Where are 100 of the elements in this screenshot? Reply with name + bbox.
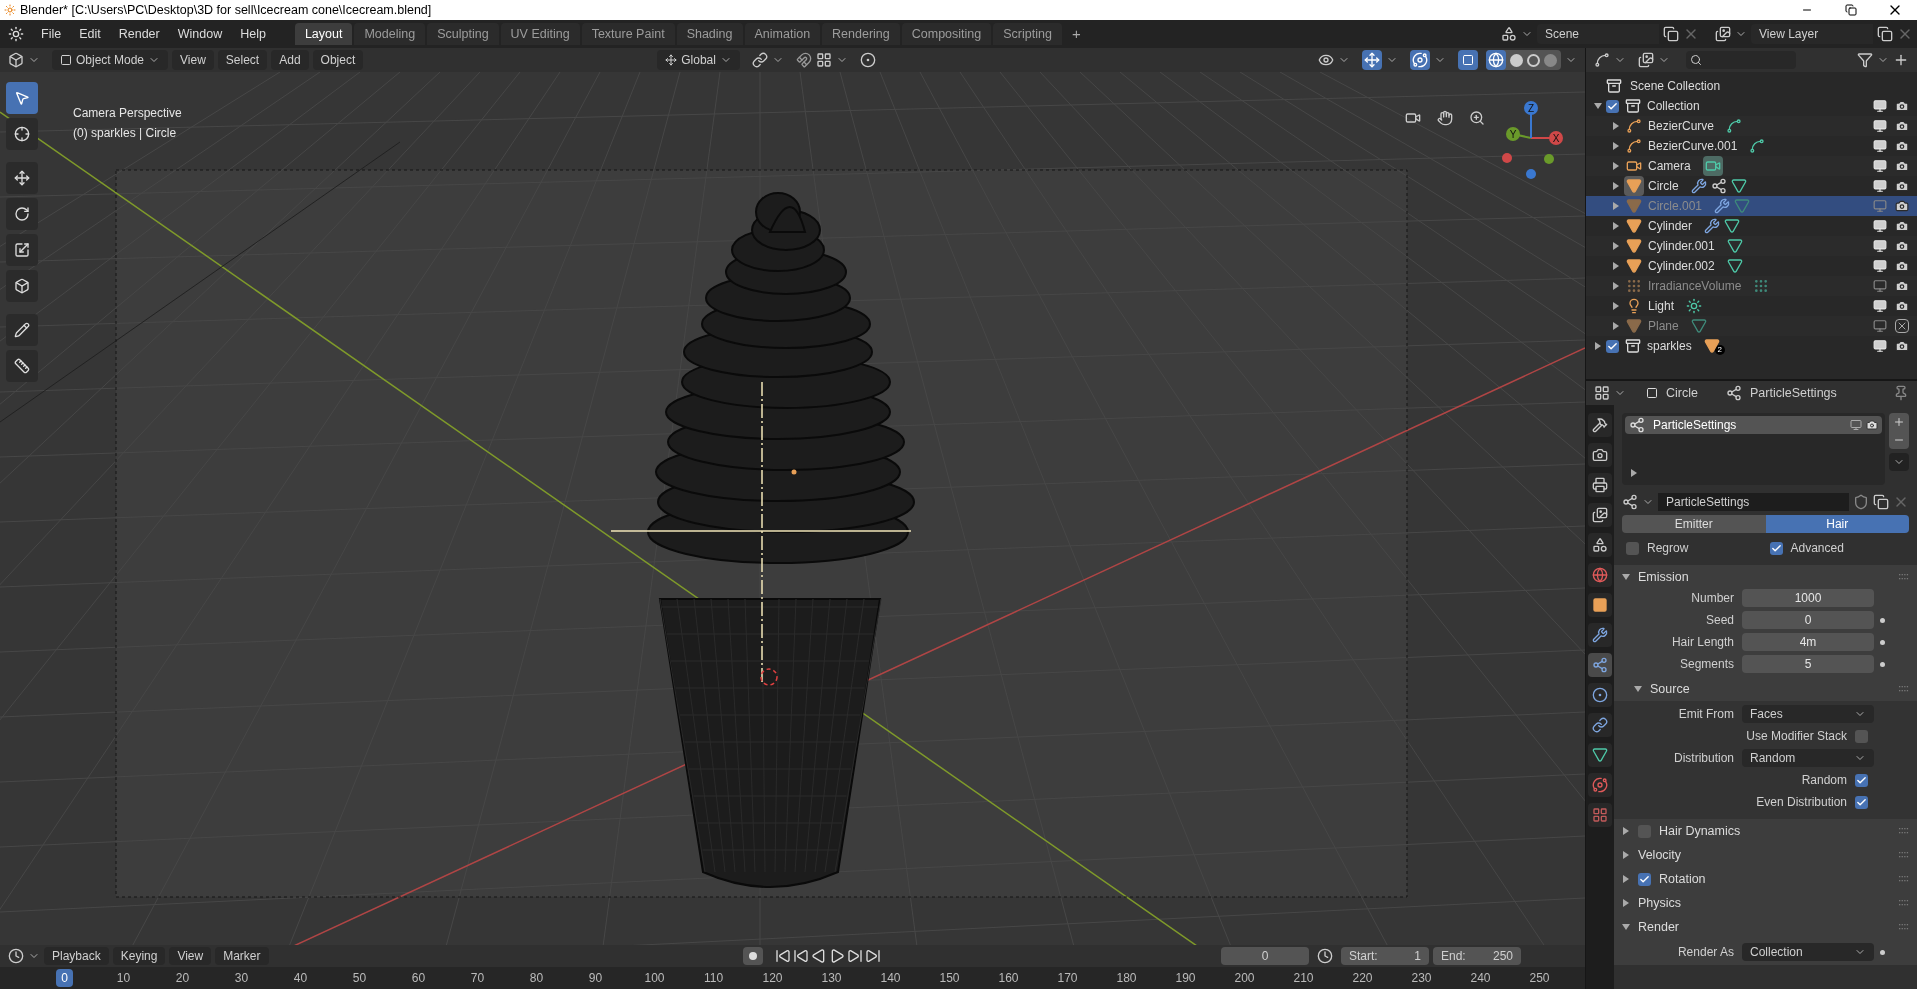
expand-arrow-icon[interactable] (1612, 322, 1620, 330)
number-field[interactable]: 5 (1742, 655, 1874, 673)
expand-arrow-icon[interactable] (1612, 242, 1620, 250)
menu-item[interactable]: Marker (215, 947, 269, 965)
frame-number[interactable]: 220 (1347, 969, 1378, 987)
specials-button[interactable] (1889, 453, 1909, 471)
particles-icon[interactable] (1622, 494, 1638, 510)
current-frame-field[interactable]: 0 (1221, 947, 1309, 965)
copy-icon[interactable] (1877, 26, 1893, 42)
xray-toggle[interactable] (1458, 50, 1478, 70)
properties-tab[interactable] (1588, 683, 1612, 707)
workspace-tab[interactable]: Sculpting (427, 23, 499, 45)
clock-icon[interactable] (8, 948, 24, 964)
visibility-icon[interactable] (1318, 52, 1334, 68)
camera-icon[interactable] (1895, 139, 1909, 153)
stopwatch-icon[interactable] (1317, 948, 1333, 964)
workspace-tab[interactable]: Scripting (993, 23, 1062, 45)
menu-item[interactable]: Edit (70, 24, 110, 44)
disclosure-triangle[interactable] (1622, 923, 1630, 931)
monitor-icon[interactable] (1873, 219, 1887, 233)
axis-handle[interactable] (1502, 153, 1512, 163)
workspace-tab[interactable]: UV Editing (500, 23, 580, 45)
workspace-tab[interactable]: Texture Paint (581, 23, 675, 45)
properties-tab[interactable] (1588, 413, 1612, 437)
checkbox[interactable] (1638, 872, 1651, 886)
monitor-icon[interactable] (1873, 299, 1887, 313)
new-collection-icon[interactable] (1893, 52, 1909, 68)
frame-number[interactable]: 250 (1524, 969, 1555, 987)
menu-item[interactable]: View (172, 50, 214, 70)
add-workspace-button[interactable]: + (1063, 22, 1089, 46)
end-frame-field[interactable]: End: 250 (1433, 947, 1521, 965)
search-field[interactable] (1686, 51, 1796, 69)
panel-header[interactable]: Hair Dynamics (1614, 819, 1917, 843)
monitor-icon[interactable] (1873, 159, 1887, 173)
axis-handle[interactable]: Y (1506, 127, 1520, 141)
disclosure-triangle[interactable] (1634, 685, 1642, 693)
start-frame-field[interactable]: Start: 1 (1341, 947, 1429, 965)
menu-item[interactable]: Render (109, 24, 169, 44)
curve-icon[interactable] (1594, 52, 1610, 68)
expand-arrow-icon[interactable] (1612, 182, 1620, 190)
gizmo-toggle[interactable] (1362, 50, 1382, 70)
checkbox[interactable] (1606, 99, 1619, 113)
expand-arrow-icon[interactable] (1612, 142, 1620, 150)
workspace-tab[interactable]: Compositing (901, 23, 992, 45)
scene-field[interactable]: Scene (1537, 24, 1659, 44)
camera-icon[interactable] (1895, 199, 1909, 213)
workspace-tab[interactable]: Shading (676, 23, 743, 45)
wireframe-button[interactable] (1486, 50, 1506, 70)
panel-header[interactable]: Rotation (1614, 867, 1917, 891)
camera-icon[interactable] (1866, 419, 1878, 431)
menu-item[interactable]: Add (271, 50, 309, 70)
disclosure-triangle[interactable] (1594, 342, 1602, 350)
3d-viewport[interactable]: Camera Perspective (0) sparkles | Circle Z Y X (0, 72, 1585, 945)
frame-number[interactable]: 180 (1111, 969, 1142, 987)
drag-handle-icon[interactable] (1899, 876, 1909, 882)
frame-number[interactable]: 40 (288, 969, 313, 987)
frame-number[interactable]: 230 (1406, 969, 1437, 987)
pin-icon[interactable] (1893, 385, 1909, 401)
properties-tab[interactable] (1588, 563, 1612, 587)
orientation-dropdown[interactable]: Global (657, 50, 740, 70)
play-reverse-icon[interactable] (810, 948, 827, 964)
expand-arrow-icon[interactable] (1612, 122, 1620, 130)
previous-key-icon[interactable] (792, 948, 809, 964)
camera-icon[interactable] (1895, 259, 1909, 273)
checkbox[interactable] (1769, 541, 1783, 555)
images-icon[interactable] (1715, 26, 1731, 42)
frame-number[interactable]: 30 (229, 969, 254, 987)
menu-item[interactable]: File (32, 24, 71, 44)
axis-handle[interactable]: X (1549, 131, 1563, 145)
checkbox[interactable] (1855, 773, 1868, 787)
drag-handle-icon[interactable] (1899, 924, 1909, 930)
expand-arrow-icon[interactable] (1612, 222, 1620, 230)
frame-number[interactable]: 10 (111, 969, 136, 987)
cube-icon[interactable] (8, 52, 24, 68)
expand-arrow-icon[interactable] (1612, 262, 1620, 270)
menu-item[interactable]: Playback (44, 947, 109, 965)
menu-item[interactable]: Window (168, 24, 232, 44)
copy-icon[interactable] (1873, 494, 1889, 510)
frame-number[interactable]: 80 (524, 969, 549, 987)
checkbox[interactable] (1855, 795, 1868, 809)
frame-number[interactable]: 150 (934, 969, 965, 987)
link-icon[interactable] (751, 52, 768, 68)
expand-arrow-icon[interactable] (1630, 469, 1638, 477)
checkbox[interactable] (1855, 729, 1868, 743)
number-field[interactable]: 1000 (1742, 589, 1874, 607)
properties-tab[interactable] (1588, 743, 1612, 767)
expand-arrow-icon[interactable] (1612, 162, 1620, 170)
panel-header[interactable]: Velocity (1614, 843, 1917, 867)
solid-button[interactable] (1510, 53, 1523, 67)
monitor-icon[interactable] (1873, 99, 1887, 113)
checkbox[interactable] (1626, 541, 1639, 555)
panel-header[interactable]: Emission (1614, 565, 1917, 589)
dropdown[interactable]: Collection (1742, 943, 1874, 961)
monitor-icon[interactable] (1873, 259, 1887, 273)
datablock-field[interactable]: ParticleSettings (1658, 493, 1849, 511)
menu-item[interactable]: Select (217, 50, 268, 70)
panel-header[interactable]: Render (1614, 915, 1917, 939)
type-tab[interactable]: Hair (1765, 515, 1909, 533)
camera-icon[interactable] (1895, 279, 1909, 293)
properties-tab[interactable] (1588, 773, 1612, 797)
